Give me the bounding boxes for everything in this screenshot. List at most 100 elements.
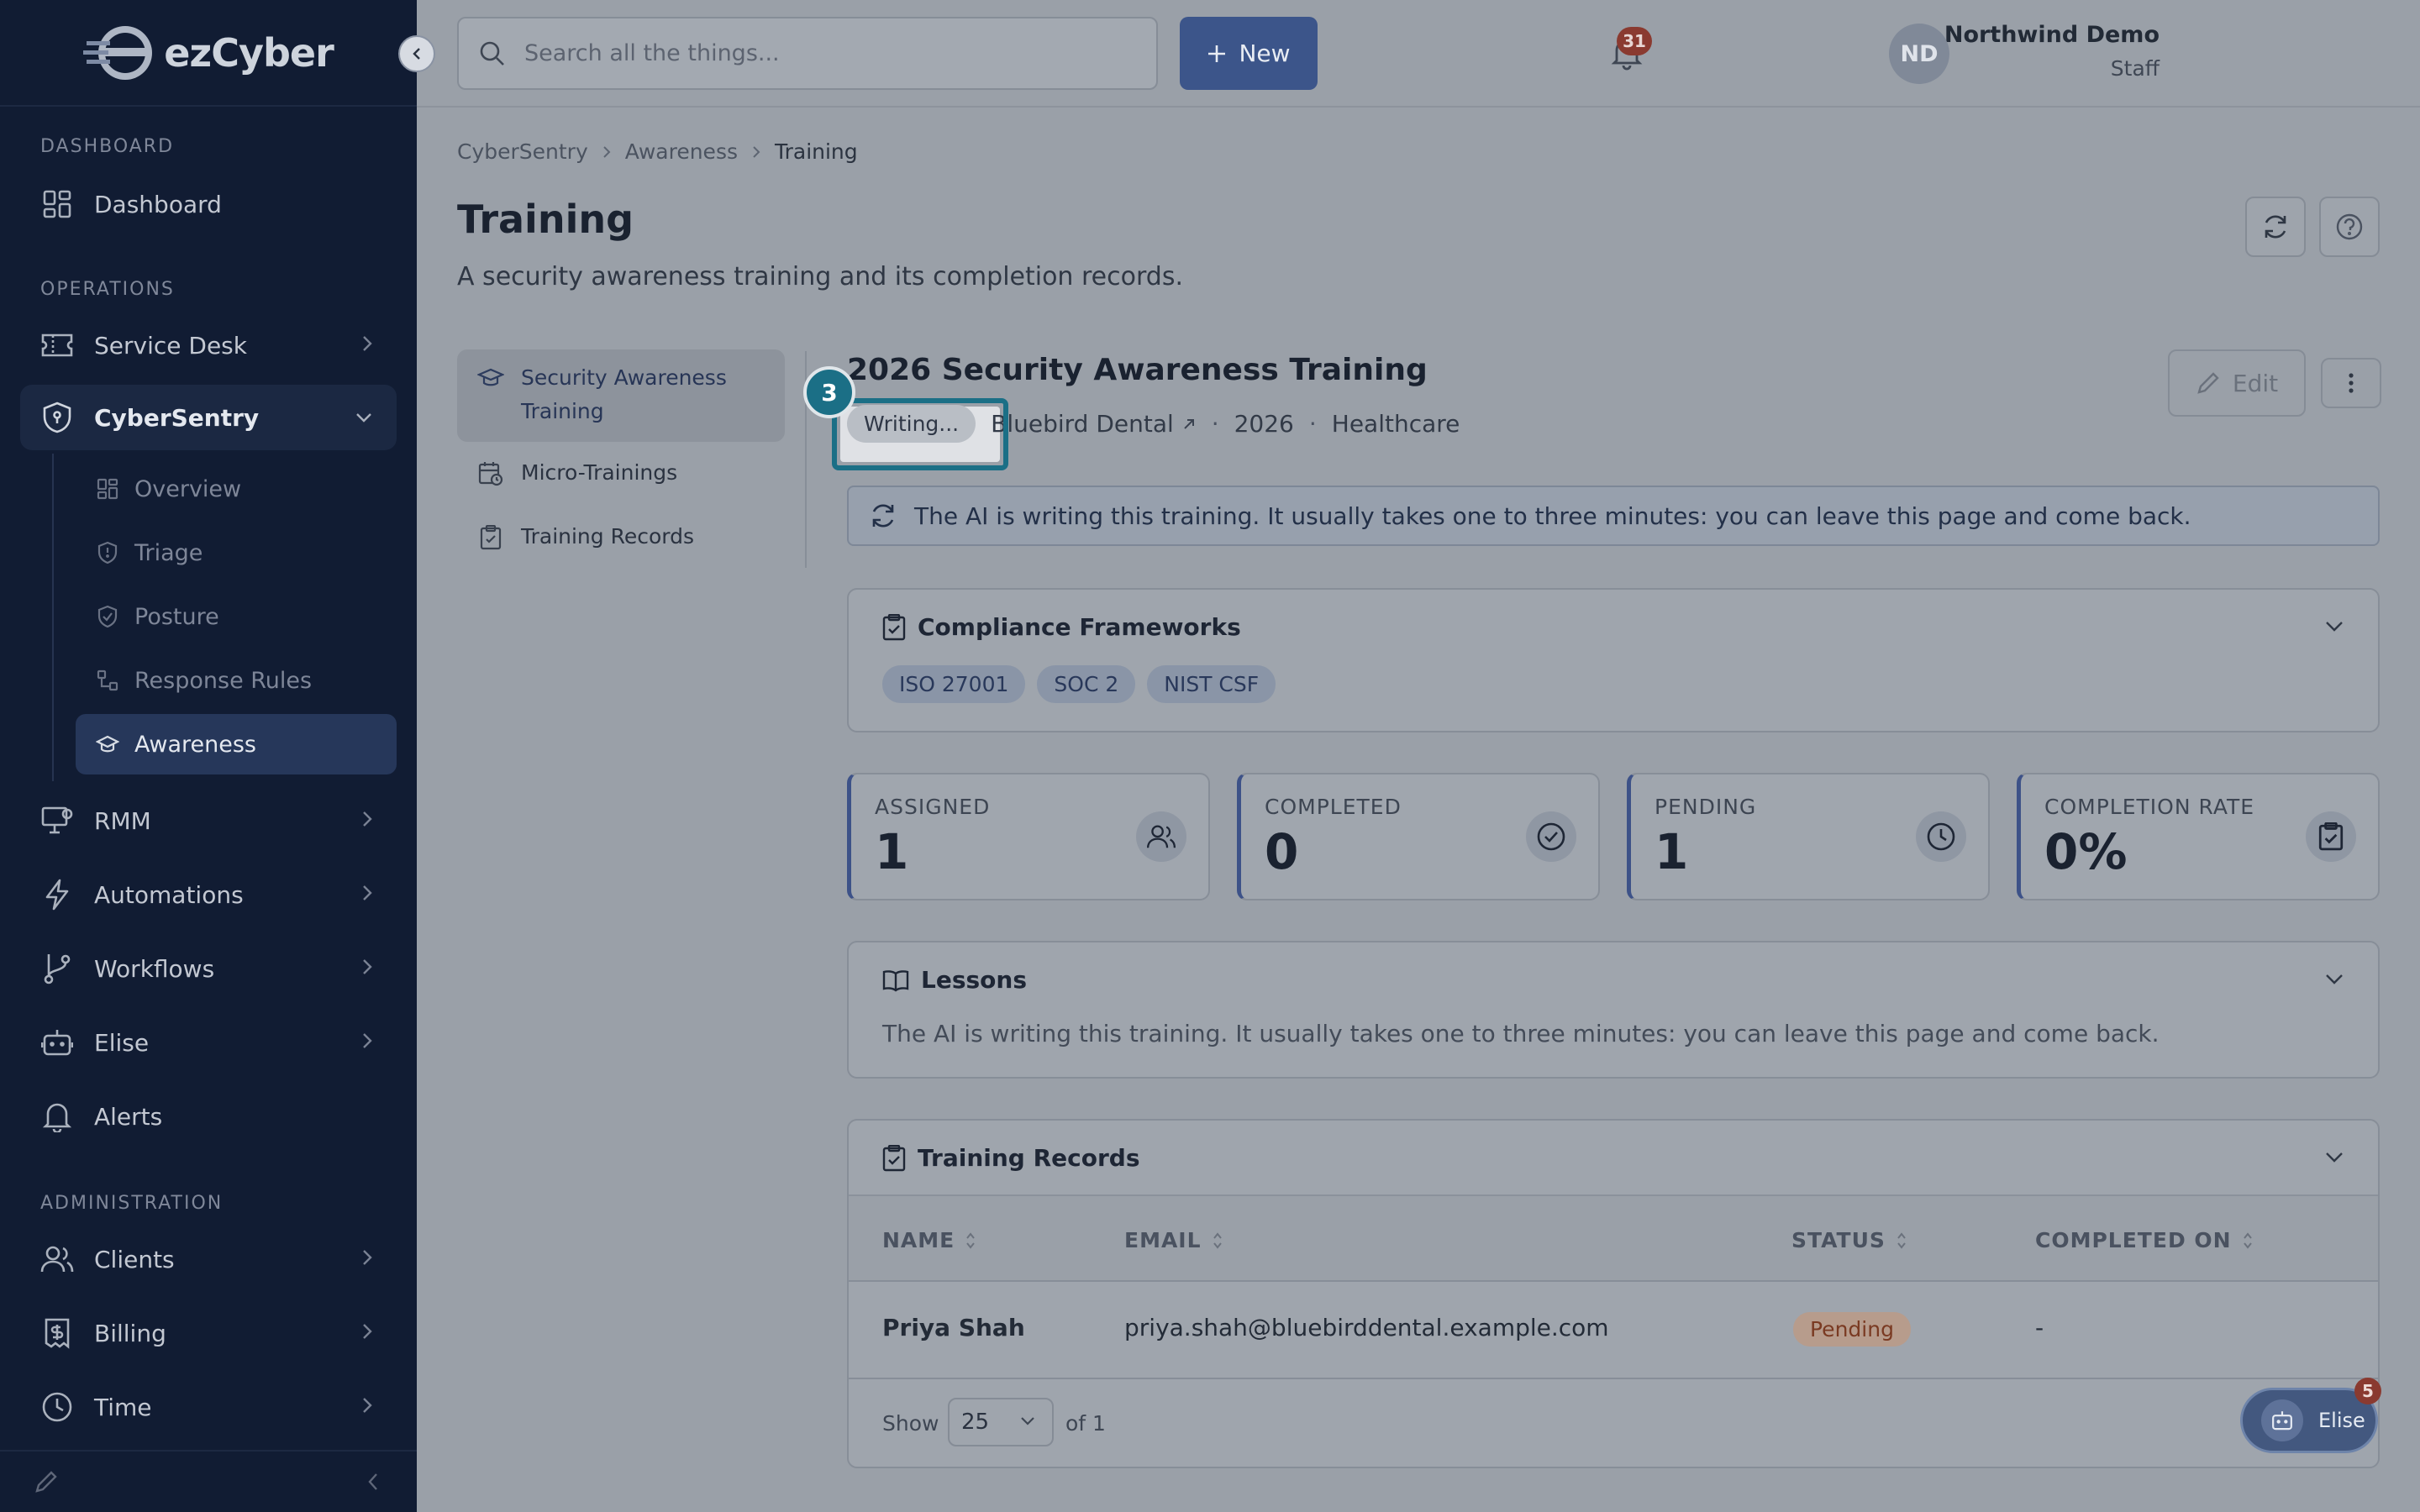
assistant-label: Elise: [2318, 1409, 2365, 1432]
book-open-icon: [882, 969, 909, 991]
more-options-button[interactable]: [2321, 358, 2381, 408]
sidebar-item-automations[interactable]: Automations: [20, 862, 397, 927]
cell-name: Priya Shah: [882, 1314, 1025, 1341]
sidebar-item-dashboard[interactable]: Dashboard: [20, 171, 397, 237]
ticket-icon: [40, 328, 74, 362]
search-icon: [480, 41, 504, 66]
sidebar-item-label: Dashboard: [94, 190, 222, 218]
logo[interactable]: ezCyber: [83, 23, 334, 83]
compliance-frameworks-card: Compliance Frameworks ISO 27001 SOC 2 NI…: [847, 588, 2380, 732]
chevron-down-icon[interactable]: [2324, 1151, 2344, 1164]
sidebar-item-service-desk[interactable]: Service Desk: [20, 312, 397, 378]
page-size-select[interactable]: 25: [948, 1398, 1054, 1446]
column-label: COMPLETED ON: [2035, 1228, 2232, 1252]
column-header-completed-on[interactable]: COMPLETED ON: [2035, 1228, 2254, 1252]
sidebar-subitem-awareness[interactable]: Awareness: [76, 714, 397, 774]
subnav-training-records[interactable]: Training Records: [457, 512, 785, 563]
sidebar-item-time[interactable]: Time: [20, 1374, 397, 1440]
breadcrumb: CyberSentry Awareness Training: [457, 139, 858, 164]
card-header[interactable]: Training Records: [882, 1144, 1139, 1172]
chevron-right-icon: [603, 145, 611, 158]
column-header-status[interactable]: STATUS: [1791, 1228, 1907, 1252]
pencil-icon[interactable]: [34, 1469, 59, 1494]
sidebar-item-clients[interactable]: Clients: [20, 1226, 397, 1292]
sidebar-item-label: Clients: [94, 1245, 175, 1273]
sidebar-subitem-label: Overview: [134, 475, 242, 502]
user-menu[interactable]: Northwind Demo Staff: [1944, 22, 2160, 81]
subnav-micro-trainings[interactable]: Micro-Trainings: [457, 449, 785, 499]
assistant-badge: 5: [2354, 1378, 2381, 1404]
sidebar-subitem-label: Triage: [134, 539, 203, 566]
card-title: Lessons: [921, 966, 1027, 994]
sidebar-collapse-button[interactable]: [398, 35, 435, 72]
sidebar-subitem-response-rules[interactable]: Response Rules: [76, 650, 397, 711]
sidebar-subitem-triage[interactable]: Triage: [76, 522, 397, 583]
search-input[interactable]: [524, 40, 1113, 66]
lightning-icon: [40, 878, 74, 911]
section-operations: OPERATIONS: [40, 279, 175, 300]
sidebar-subitem-posture[interactable]: Posture: [76, 586, 397, 647]
sidebar-item-label: CyberSentry: [94, 403, 260, 432]
user-role: Staff: [2110, 56, 2160, 81]
monitor-icon: [40, 804, 74, 837]
submenu-line: [52, 454, 54, 781]
brand: ezCyber: [0, 0, 435, 107]
page-subtitle: A security awareness training and its co…: [457, 262, 1183, 291]
card-header[interactable]: Compliance Frameworks: [882, 613, 1241, 641]
grid-icon: [96, 477, 119, 501]
avatar[interactable]: ND: [1889, 24, 1949, 84]
breadcrumb-current: Training: [775, 139, 858, 164]
sidebar-item-elise[interactable]: Elise: [20, 1010, 397, 1075]
chevron-right-icon: [363, 1398, 372, 1413]
search-box[interactable]: [457, 17, 1158, 90]
sidebar-item-cybersentry[interactable]: CyberSentry: [20, 385, 397, 450]
sidebar-item-workflows[interactable]: Workflows: [20, 936, 397, 1001]
column-header-email[interactable]: EMAIL: [1124, 1228, 1223, 1252]
sidebar: ezCyber DASHBOARD Dashboard OPERATIONS S…: [0, 0, 435, 1512]
sidebar-item-rmm[interactable]: RMM: [20, 788, 397, 853]
stat-card-pending: PENDING 1: [1627, 773, 1990, 900]
sidebar-subitem-overview[interactable]: Overview: [76, 459, 397, 519]
breadcrumb-item[interactable]: Awareness: [625, 139, 738, 164]
clipboard-check-icon: [2306, 811, 2356, 862]
bot-icon: [40, 1026, 74, 1059]
refresh-button[interactable]: [2245, 197, 2306, 257]
card-header[interactable]: Lessons: [882, 966, 1027, 994]
chevron-left-icon: [413, 48, 420, 60]
brand-name: ezCyber: [164, 29, 334, 76]
column-label: NAME: [882, 1228, 955, 1252]
client-link[interactable]: Bluebird Dental: [991, 410, 1197, 438]
card-title: Compliance Frameworks: [918, 613, 1241, 641]
git-branch-icon: [40, 952, 74, 985]
stat-value: 1: [875, 823, 909, 880]
sort-icon: [966, 1231, 976, 1249]
stat-label: COMPLETED: [1265, 795, 1402, 819]
sidebar-item-label: RMM: [94, 806, 151, 835]
subnav-label: Training Records: [521, 524, 694, 549]
framework-chip: ISO 27001: [882, 665, 1026, 703]
client-name: Bluebird Dental: [991, 410, 1174, 438]
sidebar-item-billing[interactable]: Billing: [20, 1300, 397, 1366]
show-label: Show: [882, 1411, 939, 1436]
new-button[interactable]: New: [1180, 17, 1318, 90]
shield-icon: [40, 401, 74, 434]
column-header-name[interactable]: NAME: [882, 1228, 976, 1252]
user-name: Northwind Demo: [1944, 22, 2160, 48]
sort-icon: [2243, 1231, 2252, 1249]
training-title: 2026 Security Awareness Training: [847, 353, 1428, 387]
sidebar-subitem-label: Response Rules: [134, 667, 313, 694]
table-divider: [849, 1378, 2378, 1379]
sidebar-item-alerts[interactable]: Alerts: [20, 1084, 397, 1149]
chevron-left-icon[interactable]: [366, 1472, 380, 1492]
chevron-down-icon[interactable]: [2324, 973, 2344, 986]
help-button[interactable]: [2319, 197, 2380, 257]
chevron-right-icon: [363, 1324, 372, 1339]
clock-icon: [40, 1390, 74, 1424]
breadcrumb-item[interactable]: CyberSentry: [457, 139, 588, 164]
chevron-right-icon: [753, 145, 760, 158]
tutorial-step-badge: 3: [803, 366, 855, 418]
new-button-label: New: [1239, 39, 1291, 67]
edit-button[interactable]: Edit: [2168, 349, 2306, 417]
subnav-security-awareness-training[interactable]: Security Awareness Training: [457, 349, 785, 442]
chevron-down-icon[interactable]: [2324, 620, 2344, 633]
